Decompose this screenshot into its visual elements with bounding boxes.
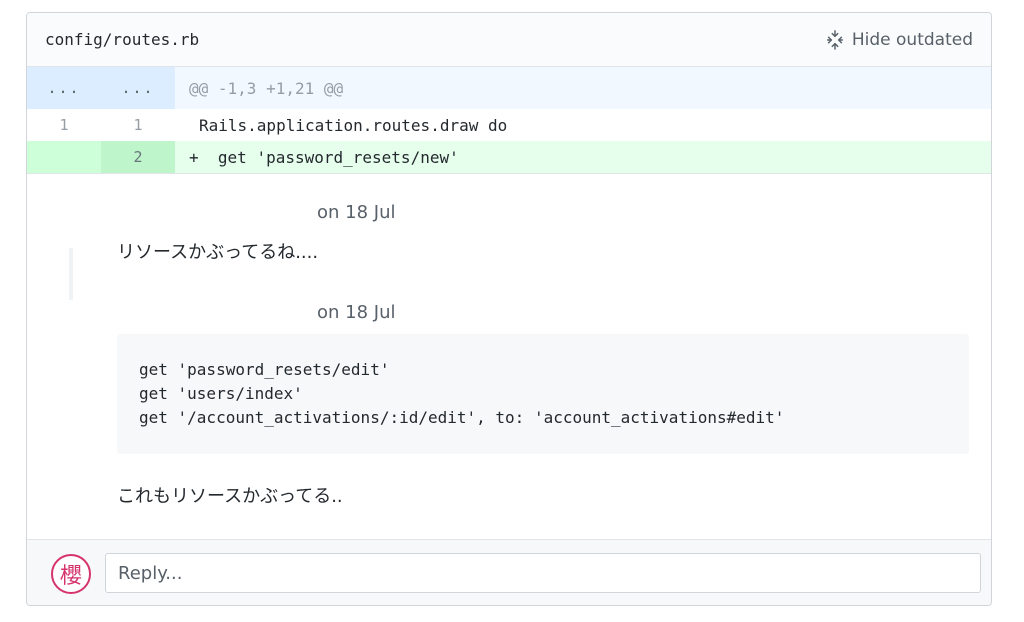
comment-code-block: get 'password_resets/edit' get 'users/in… <box>117 334 969 454</box>
old-line-number[interactable]: 1 <box>27 116 101 134</box>
diff-table: ... ... @@ -1,3 +1,21 @@ 1 1 Rails.appli… <box>27 67 991 174</box>
hide-outdated-button[interactable]: Hide outdated <box>824 29 973 51</box>
comment-timestamp-link[interactable]: on 18 Jul <box>317 302 396 323</box>
diff-line-code-text: get 'password_resets/new' <box>217 147 459 167</box>
comment-timestamp-link[interactable]: on 18 Jul <box>317 202 396 223</box>
hunk-range-text: @@ -1,3 +1,21 @@ <box>189 78 344 98</box>
hunk-expand-new[interactable]: ... <box>101 67 175 109</box>
file-path-link[interactable]: config/routes.rb <box>45 30 199 49</box>
diff-line-context: 1 1 Rails.application.routes.draw do <box>27 109 991 141</box>
user-avatar[interactable]: 櫻 <box>51 554 91 594</box>
diff-line-code: + get 'password_resets/new' <box>175 148 459 167</box>
review-thread-card: config/routes.rb Hide outdated ... ... @… <box>26 12 992 606</box>
comment-body: これもリソースかぶってる.. <box>117 486 343 507</box>
hide-outdated-label: Hide outdated <box>851 29 973 50</box>
addition-marker: + <box>189 147 199 167</box>
reply-bar: 櫻 <box>27 539 991 605</box>
new-line-number[interactable]: 2 <box>101 141 175 173</box>
diff-hunk-header: ... ... @@ -1,3 +1,21 @@ <box>27 67 991 109</box>
fold-icon <box>826 29 843 50</box>
old-line-number <box>27 141 101 173</box>
diff-line-addition: 2 + get 'password_resets/new' <box>27 141 991 174</box>
new-line-number[interactable]: 1 <box>101 116 175 134</box>
hunk-expand-old[interactable]: ... <box>27 67 101 109</box>
reply-input[interactable] <box>105 553 981 593</box>
comment-divider <box>69 248 73 300</box>
comment-body: リソースかぶってるね.... <box>117 242 319 263</box>
diff-line-code: Rails.application.routes.draw do <box>199 115 508 135</box>
file-header: config/routes.rb Hide outdated <box>27 13 991 67</box>
